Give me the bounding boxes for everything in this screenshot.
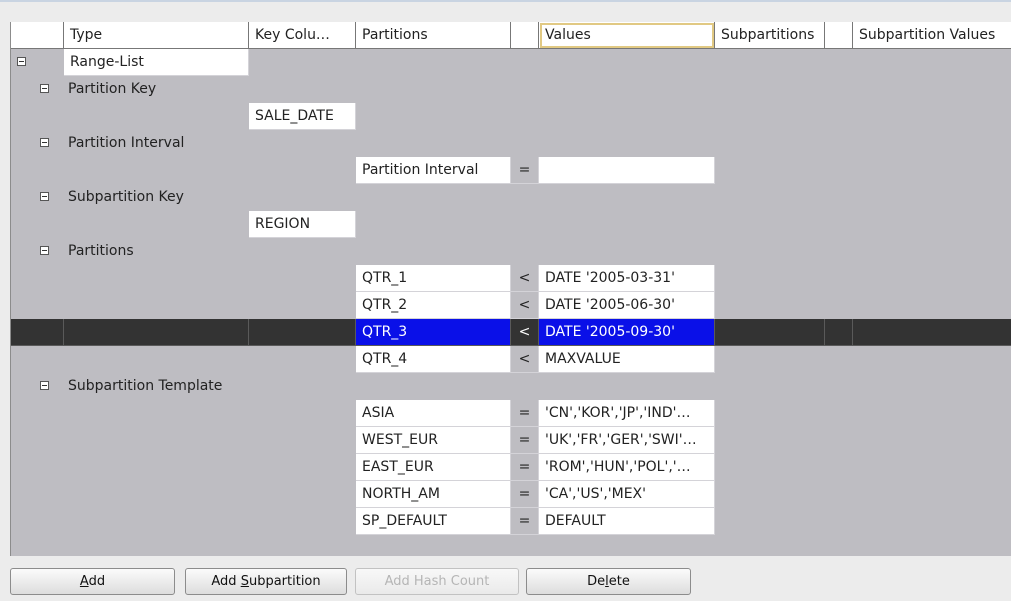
- collapse-icon[interactable]: [40, 138, 49, 147]
- node-label-subpartition-template: Subpartition Template: [68, 378, 223, 394]
- partition-operator: <: [511, 265, 539, 292]
- selected-row-cell: [715, 319, 825, 346]
- node-label-partitions: Partitions: [68, 243, 134, 259]
- header-key-column[interactable]: Key Colu…: [249, 22, 356, 49]
- add-subpartition-label-post: ubpartition: [248, 574, 321, 589]
- delete-label-post: ete: [608, 574, 630, 589]
- subpartition-row[interactable]: NORTH_AM = 'CA','US','MEX': [11, 481, 1011, 508]
- partition-value-field[interactable]: DATE '2005-06-30': [539, 292, 715, 319]
- partition-operator: <: [511, 319, 539, 346]
- subpartition-name-field[interactable]: ASIA: [356, 400, 511, 427]
- subpartition-value-field[interactable]: 'UK','FR','GER','SWI'…: [539, 427, 715, 454]
- partition-name-field[interactable]: QTR_2: [356, 292, 511, 319]
- window-top-border: [0, 0, 1011, 2]
- tree-row-interval-value[interactable]: Partition Interval =: [11, 157, 1011, 184]
- partition-name-field[interactable]: QTR_1: [356, 265, 511, 292]
- delete-label-pre: De: [587, 574, 606, 589]
- subpartition-name-field[interactable]: NORTH_AM: [356, 481, 511, 508]
- tree-row-subpartition-template[interactable]: Subpartition Template: [11, 373, 1011, 400]
- node-label-partition-interval: Partition Interval: [68, 135, 185, 151]
- header-subpartition-values[interactable]: Subpartition Values: [853, 22, 1011, 49]
- subpartition-operator: =: [511, 481, 539, 508]
- subpartition-row[interactable]: SP_DEFAULT = DEFAULT: [11, 508, 1011, 535]
- header-sub-operator[interactable]: [825, 22, 853, 49]
- add-subpartition-mnemonic: S: [240, 574, 249, 589]
- selected-row-cell: [853, 319, 1011, 346]
- subpartition-operator: =: [511, 400, 539, 427]
- subpartition-name-field[interactable]: SP_DEFAULT: [356, 508, 511, 535]
- header-expander-column: [11, 22, 64, 49]
- partition-value-field[interactable]: MAXVALUE: [539, 346, 715, 373]
- node-label-partition-key: Partition Key: [68, 81, 157, 97]
- tree-row-partition-interval[interactable]: Partition Interval: [11, 130, 1011, 157]
- header-operator[interactable]: [511, 22, 539, 49]
- empty-row: [11, 535, 1011, 556]
- tree-row-subpartition-key-column[interactable]: REGION: [11, 211, 1011, 238]
- header-type[interactable]: Type: [64, 22, 249, 49]
- subpartition-row[interactable]: WEST_EUR = 'UK','FR','GER','SWI'…: [11, 427, 1011, 454]
- add-subpartition-label-pre: Add: [211, 574, 241, 589]
- selected-row-cell: [64, 319, 249, 346]
- tree-row-partitions[interactable]: Partitions: [11, 238, 1011, 265]
- subpartition-operator: =: [511, 454, 539, 481]
- partition-operator: <: [511, 292, 539, 319]
- interval-name-cell: Partition Interval: [356, 157, 511, 184]
- selected-row-cell: [249, 319, 356, 346]
- header-partitions[interactable]: Partitions: [356, 22, 511, 49]
- subpartition-value-field[interactable]: 'ROM','HUN','POL','…: [539, 454, 715, 481]
- tree-row-partition-key[interactable]: Partition Key: [11, 76, 1011, 103]
- tree-row-subpartition-key[interactable]: Subpartition Key: [11, 184, 1011, 211]
- add-button[interactable]: Add: [10, 568, 175, 595]
- subpartition-name-field[interactable]: EAST_EUR: [356, 454, 511, 481]
- collapse-icon[interactable]: [40, 381, 49, 390]
- partition-row-selected[interactable]: QTR_3 < DATE '2005-09-30': [11, 319, 1011, 346]
- subpartition-operator: =: [511, 427, 539, 454]
- subpartition-key-column-field[interactable]: REGION: [249, 211, 356, 238]
- partition-name-field[interactable]: QTR_3: [356, 319, 511, 346]
- tree-row-root[interactable]: Range-List: [11, 49, 1011, 76]
- add-mnemonic: A: [79, 574, 89, 589]
- collapse-icon[interactable]: [40, 84, 49, 93]
- subpartition-row[interactable]: EAST_EUR = 'ROM','HUN','POL','…: [11, 454, 1011, 481]
- interval-value-field[interactable]: [539, 157, 715, 184]
- partition-row[interactable]: QTR_1 < DATE '2005-03-31': [11, 265, 1011, 292]
- table-header: Type Key Colu… Partitions Values Subpart…: [11, 22, 1011, 49]
- partition-key-column-field[interactable]: SALE_DATE: [249, 103, 356, 130]
- add-hash-count-button[interactable]: Add Hash Count: [355, 568, 519, 595]
- collapse-icon[interactable]: [17, 57, 26, 66]
- partition-type-field[interactable]: Range-List: [64, 49, 249, 76]
- selected-row-cell: [11, 319, 64, 346]
- header-subpartitions[interactable]: Subpartitions: [715, 22, 825, 49]
- subpartition-value-field[interactable]: DEFAULT: [539, 508, 715, 535]
- collapse-icon[interactable]: [40, 192, 49, 201]
- add-subpartition-button[interactable]: Add Subpartition: [185, 568, 347, 595]
- delete-button[interactable]: Delete: [526, 568, 691, 595]
- selected-row-cell: [825, 319, 853, 346]
- tree-row-partition-key-column[interactable]: SALE_DATE: [11, 103, 1011, 130]
- collapse-icon[interactable]: [40, 246, 49, 255]
- header-values[interactable]: Values: [539, 22, 715, 49]
- partition-value-field[interactable]: DATE '2005-03-31': [539, 265, 715, 292]
- partition-value-field[interactable]: DATE '2005-09-30': [539, 319, 715, 346]
- interval-operator: =: [511, 157, 539, 184]
- subpartition-operator: =: [511, 508, 539, 535]
- partition-operator: <: [511, 346, 539, 373]
- subpartition-name-field[interactable]: WEST_EUR: [356, 427, 511, 454]
- partition-tree-table[interactable]: Type Key Colu… Partitions Values Subpart…: [10, 22, 1011, 556]
- partition-row[interactable]: QTR_2 < DATE '2005-06-30': [11, 292, 1011, 319]
- partition-row[interactable]: QTR_4 < MAXVALUE: [11, 346, 1011, 373]
- subpartition-value-field[interactable]: 'CN','KOR','JP','IND'…: [539, 400, 715, 427]
- add-label-post: dd: [88, 574, 106, 589]
- partition-name-field[interactable]: QTR_4: [356, 346, 511, 373]
- subpartition-value-field[interactable]: 'CA','US','MEX': [539, 481, 715, 508]
- node-label-subpartition-key: Subpartition Key: [68, 189, 184, 205]
- subpartition-row[interactable]: ASIA = 'CN','KOR','JP','IND'…: [11, 400, 1011, 427]
